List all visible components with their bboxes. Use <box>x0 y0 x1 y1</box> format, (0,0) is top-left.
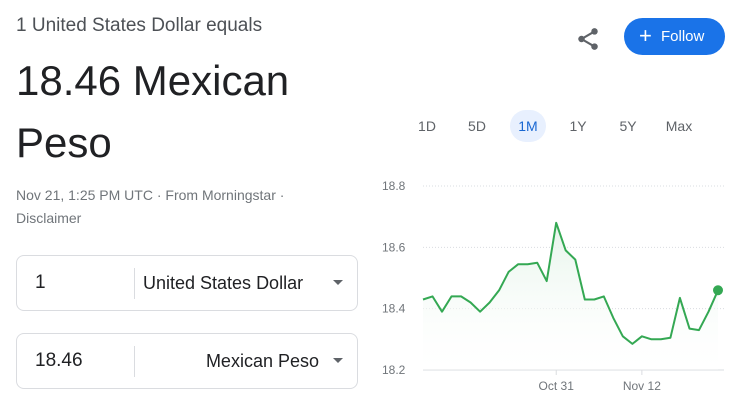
area-fill <box>423 222 718 370</box>
field-divider <box>134 346 135 377</box>
exchange-rate-chart: 18.8 18.6 18.4 18.2 Oct 31 Nov 12 <box>382 179 724 393</box>
current-value-point <box>713 285 723 296</box>
range-tab-1m[interactable]: 1M <box>510 110 546 142</box>
from-currency-select[interactable]: United States Dollar <box>143 256 319 310</box>
y-tick-label: 18.2 <box>382 363 406 377</box>
range-tab-5d[interactable]: 5D <box>459 110 495 142</box>
chevron-down-icon[interactable] <box>333 280 343 285</box>
x-tick-label: Oct 31 <box>539 379 575 393</box>
range-tab-max[interactable]: Max <box>659 110 699 142</box>
field-divider <box>134 268 135 299</box>
rate-meta: Nov 21, 1:25 PM UTC · From Morningstar ·… <box>16 184 346 230</box>
plus-icon: + <box>639 23 652 48</box>
x-tick-label: Nov 12 <box>623 379 661 393</box>
from-currency-row: United States Dollar <box>16 255 358 311</box>
from-amount-input[interactable] <box>35 256 125 310</box>
source-link[interactable]: From Morningstar <box>165 187 275 203</box>
meta-separator: · <box>152 187 166 203</box>
follow-label: Follow <box>661 28 705 45</box>
chevron-down-icon[interactable] <box>333 358 343 363</box>
follow-button[interactable]: + Follow <box>624 18 725 55</box>
to-currency-select[interactable]: Mexican Peso <box>143 334 319 388</box>
range-tab-1d[interactable]: 1D <box>409 110 445 142</box>
to-currency-row: Mexican Peso <box>16 333 358 389</box>
y-tick-label: 18.4 <box>382 302 406 316</box>
to-amount-input[interactable] <box>35 334 125 388</box>
exchange-rate-value: 18.46 Mexican Peso <box>16 57 290 166</box>
conversion-subtitle: 1 United States Dollar equals <box>16 15 263 36</box>
range-tab-5y[interactable]: 5Y <box>610 110 646 142</box>
range-tab-1y[interactable]: 1Y <box>560 110 596 142</box>
meta-separator: · <box>275 187 285 203</box>
timestamp: Nov 21, 1:25 PM UTC <box>16 187 153 203</box>
disclaimer-link[interactable]: Disclaimer <box>16 210 81 226</box>
share-icon[interactable] <box>575 26 601 52</box>
y-tick-label: 18.6 <box>382 240 406 254</box>
y-tick-label: 18.8 <box>382 179 406 193</box>
